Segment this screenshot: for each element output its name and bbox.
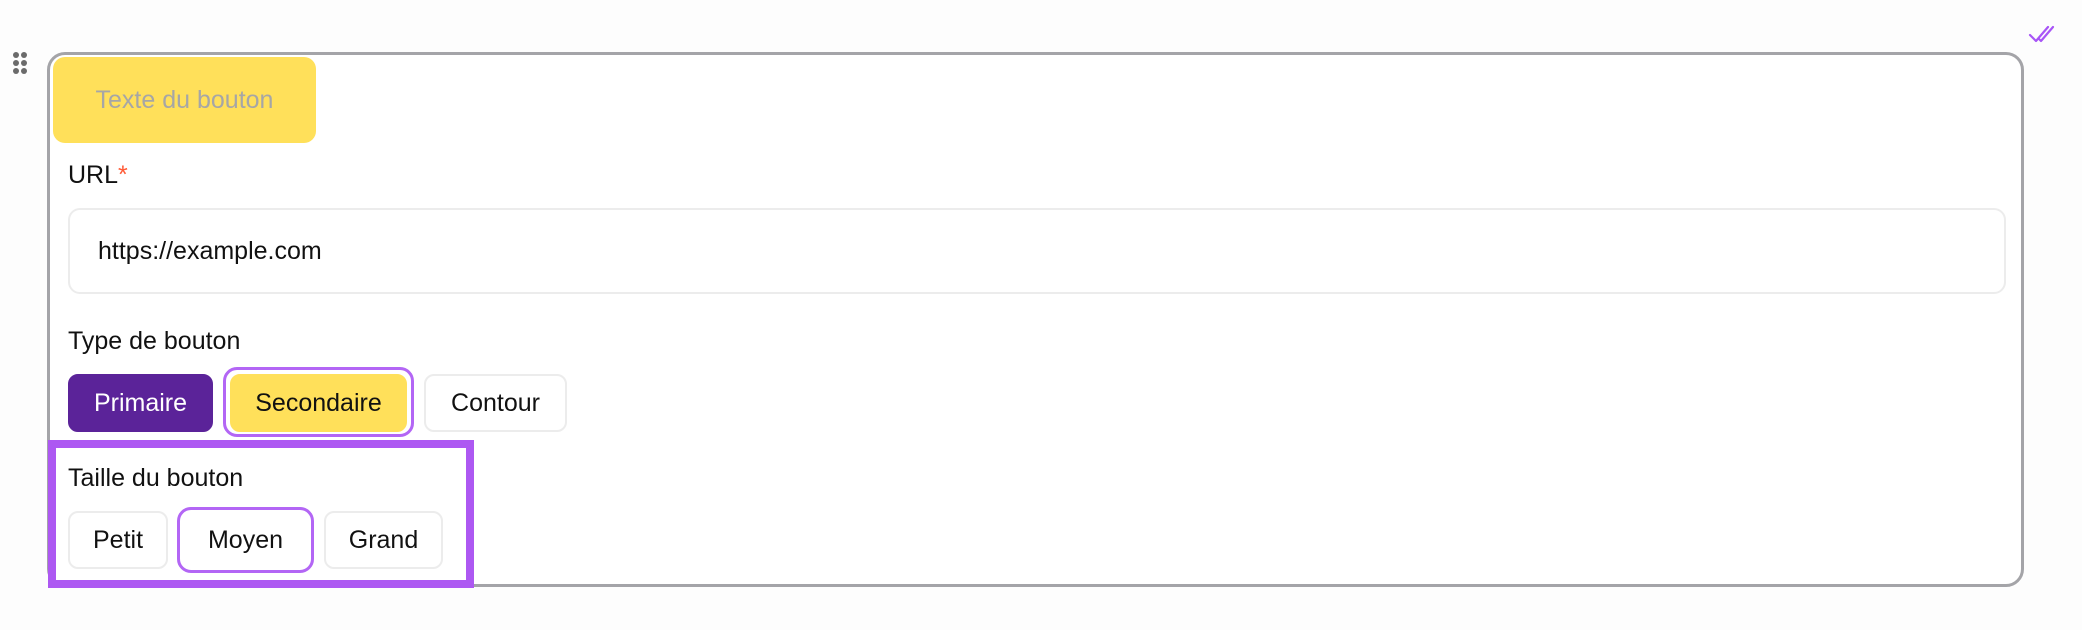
size-option-petit[interactable]: Petit (68, 511, 168, 569)
size-option-grand[interactable]: Grand (324, 511, 443, 569)
type-option-contour[interactable]: Contour (424, 374, 567, 432)
drag-handle-icon[interactable] (13, 52, 29, 76)
size-option-moyen[interactable]: Moyen (177, 507, 314, 573)
url-label: URL* (68, 161, 128, 190)
double-check-icon (2028, 25, 2055, 43)
type-option-secondaire[interactable]: Secondaire (230, 374, 407, 432)
required-mark: * (118, 161, 128, 189)
button-block-card (47, 52, 2024, 587)
url-label-text: URL (68, 161, 119, 189)
preview-button[interactable]: Texte du bouton (53, 57, 316, 143)
url-input[interactable] (68, 208, 2006, 294)
button-size-label: Taille du bouton (68, 464, 244, 492)
button-type-label: Type de bouton (68, 327, 241, 355)
type-option-primaire[interactable]: Primaire (68, 374, 213, 432)
